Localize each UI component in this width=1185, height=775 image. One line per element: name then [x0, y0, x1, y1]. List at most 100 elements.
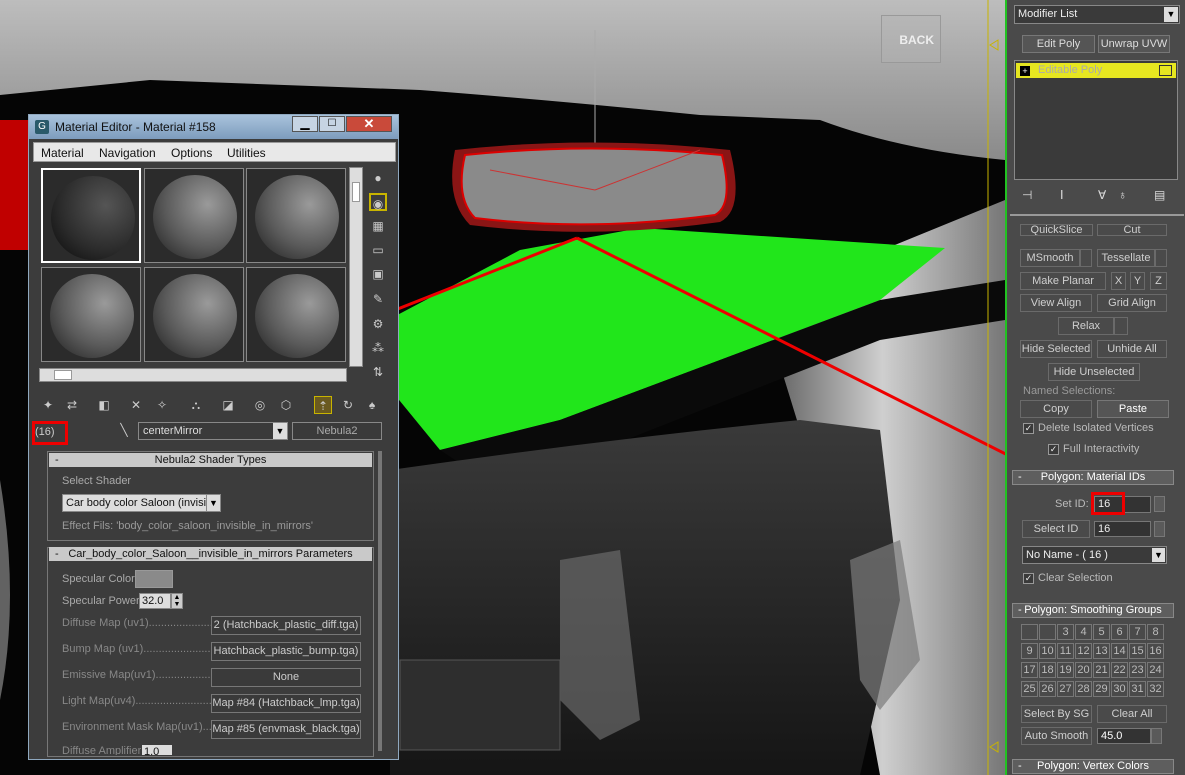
cut-button[interactable]: Cut — [1097, 224, 1167, 236]
sg-button[interactable]: 29 — [1093, 681, 1110, 697]
full-interactivity-check-icon[interactable]: ✓ — [1048, 443, 1059, 455]
put-to-library-icon[interactable]: ⛬ — [187, 396, 205, 414]
set-id-spinner[interactable] — [1154, 496, 1165, 512]
menu-navigation[interactable]: Navigation — [99, 146, 156, 160]
sg-button[interactable]: 25 — [1021, 681, 1038, 697]
select-id-button[interactable]: Select ID — [1022, 520, 1090, 538]
assign-material-icon[interactable]: ◧ — [95, 396, 113, 414]
menu-options[interactable]: Options — [171, 146, 212, 160]
select-by-sg-button[interactable]: Select By SG — [1021, 705, 1092, 723]
hide-unselected-button[interactable]: Hide Unselected — [1048, 363, 1140, 381]
sg-button[interactable]: 10 — [1039, 643, 1056, 659]
paste-button[interactable]: Paste — [1097, 400, 1169, 418]
sg-button[interactable]: 9 — [1021, 643, 1038, 659]
sg-button[interactable] — [1039, 624, 1056, 640]
go-to-parent-icon[interactable]: ⇡ — [314, 396, 332, 414]
sg-button[interactable]: 22 — [1111, 662, 1128, 678]
hide-selected-button[interactable]: Hide Selected — [1020, 340, 1092, 358]
sg-button[interactable]: 17 — [1021, 662, 1038, 678]
select-id-spinner[interactable] — [1154, 521, 1165, 537]
sample-slot-2[interactable] — [144, 168, 244, 263]
tessellate-settings-button[interactable] — [1155, 249, 1167, 267]
copy-button[interactable]: Copy — [1020, 400, 1092, 418]
sg-button[interactable]: 26 — [1039, 681, 1056, 697]
make-unique-icon[interactable]: ✧ — [153, 396, 171, 414]
show-end-result-icon[interactable]: ⬡ — [277, 396, 295, 414]
sg-button[interactable]: 30 — [1111, 681, 1128, 697]
delete-isolated-checkbox[interactable]: ✓ Delete Isolated Vertices — [1023, 422, 1154, 434]
clear-selection-checkbox[interactable]: ✓ Clear Selection — [1023, 572, 1113, 584]
modifier-list-dropdown[interactable]: Modifier List ▼ — [1014, 5, 1180, 24]
sg-button[interactable]: 14 — [1111, 643, 1128, 659]
options-icon[interactable]: ⚙ — [369, 315, 387, 333]
sample-slot-1[interactable] — [41, 168, 141, 263]
rollout-scrollbar[interactable] — [378, 451, 382, 751]
delete-isolated-check-icon[interactable]: ✓ — [1023, 422, 1034, 434]
material-name-dropdown[interactable]: centerMirror ▼ — [138, 422, 288, 440]
make-preview-icon[interactable]: ✎ — [369, 290, 387, 308]
menu-material[interactable]: Material — [41, 146, 84, 160]
relax-button[interactable]: Relax — [1058, 317, 1114, 335]
material-ids-rollout-header[interactable]: - Polygon: Material IDs — [1012, 470, 1174, 485]
relax-settings-button[interactable] — [1114, 317, 1128, 335]
grid-align-button[interactable]: Grid Align — [1097, 294, 1167, 312]
view-align-button[interactable]: View Align — [1020, 294, 1092, 312]
light-map-button[interactable]: Map #84 (Hatchback_lmp.tga) — [211, 694, 361, 713]
sg-button[interactable]: 27 — [1057, 681, 1074, 697]
sample-slot-3[interactable] — [246, 168, 346, 263]
bump-map-button[interactable]: Hatchback_plastic_bump.tga) — [211, 642, 361, 661]
slots-vertical-scrollbar[interactable] — [349, 167, 363, 367]
slots-horizontal-scrollbar[interactable] — [39, 368, 347, 382]
tessellate-button[interactable]: Tessellate — [1097, 249, 1155, 267]
material-type-button[interactable]: Nebula2 — [292, 422, 382, 440]
sg-button[interactable] — [1021, 624, 1038, 640]
z-button[interactable]: Z — [1150, 272, 1167, 290]
sg-button[interactable]: 16 — [1147, 643, 1164, 659]
select-id-field[interactable]: 16 — [1094, 521, 1151, 537]
backlight-icon[interactable]: ◉ — [369, 193, 387, 211]
auto-smooth-field[interactable]: 45.0 — [1097, 728, 1151, 744]
sg-button[interactable]: 12 — [1075, 643, 1092, 659]
quickslice-button[interactable]: QuickSlice — [1020, 224, 1093, 236]
make-unique-icon[interactable]: ∀ — [1098, 188, 1106, 202]
go-forward-sibling-icon[interactable]: ↻ — [339, 396, 357, 414]
smoothing-groups-rollout-header[interactable]: - Polygon: Smoothing Groups — [1012, 603, 1174, 618]
y-button[interactable]: Y — [1130, 272, 1145, 290]
reset-map-icon[interactable]: ✕ — [127, 396, 145, 414]
material-name-select[interactable]: No Name - ( 16 ) ▼ — [1022, 546, 1167, 564]
stack-item-editable-poly[interactable]: Editable Poly — [1016, 63, 1176, 78]
diffuse-map-button[interactable]: 2 (Hatchback_plastic_diff.tga) — [211, 616, 361, 635]
sg-button[interactable]: 18 — [1039, 662, 1056, 678]
sg-button[interactable]: 15 — [1129, 643, 1146, 659]
configure-modifier-sets-icon[interactable]: ▤ — [1154, 188, 1165, 202]
diffuse-amplifier-field[interactable]: 1.0 — [142, 745, 172, 755]
sg-button[interactable]: 13 — [1093, 643, 1110, 659]
sg-button[interactable]: 19 — [1057, 662, 1074, 678]
specular-color-swatch[interactable] — [135, 570, 173, 588]
sg-button[interactable]: 28 — [1075, 681, 1092, 697]
specular-power-spinner[interactable]: ▲ ▼ — [171, 593, 183, 609]
sg-button[interactable]: 8 — [1147, 624, 1164, 640]
edit-poly-button[interactable]: Edit Poly — [1022, 35, 1095, 53]
select-by-material-icon[interactable]: ⁂ — [369, 339, 387, 357]
sg-button[interactable]: 31 — [1129, 681, 1146, 697]
sample-slot-4[interactable] — [41, 267, 141, 362]
show-in-viewport-icon[interactable]: ◎ — [251, 396, 269, 414]
sg-button[interactable]: 3 — [1057, 624, 1074, 640]
msmooth-button[interactable]: MSmooth — [1020, 249, 1080, 267]
background-checker-icon[interactable]: ▦ — [369, 217, 387, 235]
sg-button[interactable]: 32 — [1147, 681, 1164, 697]
video-color-check-icon[interactable]: ▣ — [369, 265, 387, 283]
clear-selection-check-icon[interactable]: ✓ — [1023, 572, 1034, 584]
minimize-button[interactable]: ▁ — [292, 116, 318, 132]
shader-rollout-header[interactable]: - Nebula2 Shader Types — [49, 453, 372, 467]
sample-uv-icon[interactable]: ▭ — [369, 241, 387, 259]
sg-button[interactable]: 23 — [1129, 662, 1146, 678]
unhide-all-button[interactable]: Unhide All — [1097, 340, 1167, 358]
shader-dropdown[interactable]: Car body color Saloon (invisib ▼ — [62, 494, 221, 512]
sg-button[interactable]: 4 — [1075, 624, 1092, 640]
params-rollout-header[interactable]: - Car_body_color_Saloon__invisible_in_mir… — [49, 547, 372, 561]
full-interactivity-checkbox[interactable]: ✓ Full Interactivity — [1048, 443, 1139, 455]
pick-material-icon[interactable]: ♠ — [363, 396, 381, 414]
show-end-result-icon[interactable]: Ⅰ — [1060, 188, 1064, 202]
